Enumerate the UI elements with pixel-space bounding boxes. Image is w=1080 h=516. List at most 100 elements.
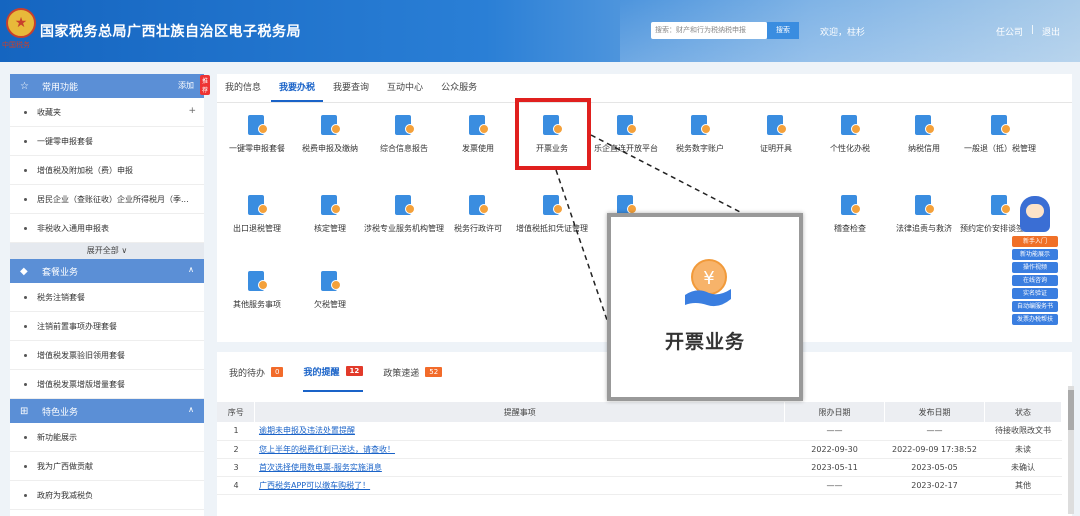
- sidebar-item[interactable]: 增值税发票增版增量套餐: [10, 370, 204, 399]
- svg-text:¥: ¥: [703, 268, 714, 289]
- search-button[interactable]: 搜索: [767, 22, 799, 39]
- sidebar-item[interactable]: 居民企业（查账征收）企业所得税月（季...: [10, 185, 204, 214]
- scrollbar-thumb[interactable]: [1068, 390, 1074, 430]
- float-button-new-features[interactable]: 新功能展示: [1012, 249, 1058, 260]
- reminder-link[interactable]: 首次选择使用数电票-服务实施消息: [254, 458, 785, 477]
- service-icon: [687, 112, 713, 138]
- service-item[interactable]: 纳税信用: [884, 112, 964, 154]
- package-header[interactable]: ◆ 套餐业务 ∧: [10, 259, 204, 283]
- service-item[interactable]: 增值税抵扣凭证管理: [512, 192, 592, 234]
- sidebar-item[interactable]: 增值税及附加税（费）申报: [10, 156, 204, 185]
- col-header: 提醒事项: [254, 402, 786, 422]
- service-item[interactable]: 稽查检查: [810, 192, 890, 234]
- service-label: 法律追责与救济: [896, 224, 952, 233]
- cell-publish-date: 2023-05-05: [884, 458, 985, 477]
- table-header-row: 序号 提醒事项 限办日期 发布日期 状态: [217, 402, 1062, 422]
- add-link[interactable]: 添加: [178, 80, 194, 91]
- sidebar-item-label: 我为广西做贡献: [37, 461, 93, 471]
- expand-all-button[interactable]: 展开全部 ∨: [10, 243, 204, 259]
- service-item[interactable]: 综合信息报告: [364, 112, 444, 154]
- plus-icon[interactable]: +: [188, 106, 196, 116]
- service-item[interactable]: 税费申报及缴纳: [290, 112, 370, 154]
- bullet-icon: [24, 168, 27, 172]
- service-item[interactable]: 涉税专业服务机构管理: [364, 192, 444, 234]
- tab-tax-handling[interactable]: 我要办税: [271, 74, 324, 102]
- sidebar-item-favorites[interactable]: 收藏夹 +: [10, 98, 204, 127]
- logout-link[interactable]: 退出: [1042, 25, 1060, 38]
- top-header: ★ 中国税务 国家税务总局广西壮族自治区电子税务局 搜索：财产和行为税纳税申报 …: [0, 0, 1080, 62]
- bullet-icon: [24, 382, 27, 386]
- bullet-icon: [24, 295, 27, 299]
- tab-reminders[interactable]: 我的提醒 12: [303, 352, 364, 392]
- service-icon: [391, 192, 417, 218]
- assistant-robot-icon[interactable]: [1020, 196, 1050, 232]
- service-label: 证明开具: [760, 144, 792, 153]
- common-functions-header[interactable]: ☆ 常用功能 添加 推荐: [10, 74, 211, 98]
- tab-todo[interactable]: 我的待办 0: [229, 352, 284, 392]
- sidebar-item[interactable]: 新功能展示: [10, 423, 204, 452]
- sidebar-item[interactable]: 注销前置事项办理套餐: [10, 312, 204, 341]
- package-icon: ◆: [20, 265, 28, 277]
- sidebar: ☆ 常用功能 添加 推荐 收藏夹 + 一键零申报套餐 增值税及附加税（费）申报 居…: [10, 74, 211, 516]
- table-row: 4 广西税务APP可以缴车购税了！ —— 2023-02-17 其他: [217, 476, 1062, 495]
- collapse-icon[interactable]: ∧: [188, 265, 194, 274]
- float-button-verify[interactable]: 实名验证: [1012, 288, 1058, 299]
- sidebar-item-label: 一键零申报套餐: [37, 136, 93, 146]
- sidebar-item-label: 增值税发票增版增量套餐: [37, 379, 125, 389]
- float-button-video[interactable]: 操作视频: [1012, 262, 1058, 273]
- count-badge: 0: [271, 367, 284, 377]
- service-icon: [911, 112, 937, 138]
- service-item[interactable]: 证明开具: [736, 112, 816, 154]
- service-item[interactable]: 发票使用: [438, 112, 518, 154]
- service-item[interactable]: 核定管理: [290, 192, 370, 234]
- collapse-icon[interactable]: ∧: [188, 405, 194, 414]
- reminder-link[interactable]: 您上半年的税费红利已送达，请查收！: [254, 440, 785, 459]
- float-button-consult[interactable]: 在线咨询: [1012, 275, 1058, 286]
- sidebar-item[interactable]: 政府为我减税负: [10, 481, 204, 510]
- cell-status: 其他: [984, 476, 1062, 495]
- sidebar-item[interactable]: 增值税发票验旧领用套餐: [10, 341, 204, 370]
- tab-query[interactable]: 我要查询: [325, 74, 377, 102]
- bullet-icon: [24, 353, 27, 357]
- reminder-link[interactable]: 广西税务APP可以缴车购税了！: [254, 476, 785, 495]
- service-item[interactable]: 乐企直连开放平台: [586, 112, 666, 154]
- col-header: 限办日期: [784, 402, 886, 422]
- service-item[interactable]: 一键零申报套餐: [217, 112, 297, 154]
- service-icon: [837, 112, 863, 138]
- service-item[interactable]: 法律追责与救济: [884, 192, 964, 234]
- service-item[interactable]: 税务行政许可: [438, 192, 518, 234]
- reminder-link[interactable]: 逾期未申报及违法处置提醒: [254, 422, 785, 441]
- search-input[interactable]: 搜索：财产和行为税纳税申报: [651, 22, 767, 39]
- special-header[interactable]: ⊞ 特色业务 ∧: [10, 399, 204, 423]
- recommend-badge: 推荐: [200, 75, 211, 95]
- service-item[interactable]: 出口退税管理: [217, 192, 297, 234]
- zoom-magnifier-popup: ¥ 开票业务: [607, 213, 803, 401]
- vertical-scrollbar[interactable]: [1068, 386, 1074, 514]
- grid-icon: ⊞: [20, 405, 29, 417]
- service-item[interactable]: 税务数字账户: [660, 112, 740, 154]
- float-button-service-book[interactable]: 自动编服务书: [1012, 301, 1058, 312]
- service-item[interactable]: 其他服务事项: [217, 268, 297, 310]
- robot-face: [1026, 204, 1044, 218]
- sidebar-item[interactable]: 非税收入通用申报表: [10, 214, 204, 243]
- service-item[interactable]: 一般退（抵）税管理: [960, 112, 1040, 154]
- tab-public-service[interactable]: 公众服务: [433, 74, 485, 102]
- tab-interaction[interactable]: 互动中心: [379, 74, 431, 102]
- tab-policy[interactable]: 政策速递 52: [383, 352, 443, 392]
- sidebar-item[interactable]: 一键零申报套餐: [10, 127, 204, 156]
- welcome-text: 欢迎，柱杉: [820, 28, 866, 38]
- sidebar-item[interactable]: 我为广西做贡献: [10, 452, 204, 481]
- sidebar-item-label: 增值税及附加税（费）申报: [37, 165, 133, 175]
- tab-label: 政策速递: [383, 368, 420, 379]
- sidebar-item[interactable]: 税务注销套餐: [10, 283, 204, 312]
- service-item[interactable]: 个性化办税: [810, 112, 890, 154]
- float-button-invoice-help[interactable]: 发票办税帮扶: [1012, 314, 1058, 325]
- service-item[interactable]: 欠税管理: [290, 268, 370, 310]
- service-icon: [465, 112, 491, 138]
- cell-publish-date: 2023-02-17: [884, 476, 985, 495]
- sidebar-item-label: 新功能展示: [37, 432, 77, 442]
- sidebar-item-label: 非税收入通用申报表: [37, 223, 109, 233]
- float-button-beginner[interactable]: 新手入门: [1012, 236, 1058, 247]
- tab-my-info[interactable]: 我的信息: [217, 74, 269, 102]
- service-icon: [911, 192, 937, 218]
